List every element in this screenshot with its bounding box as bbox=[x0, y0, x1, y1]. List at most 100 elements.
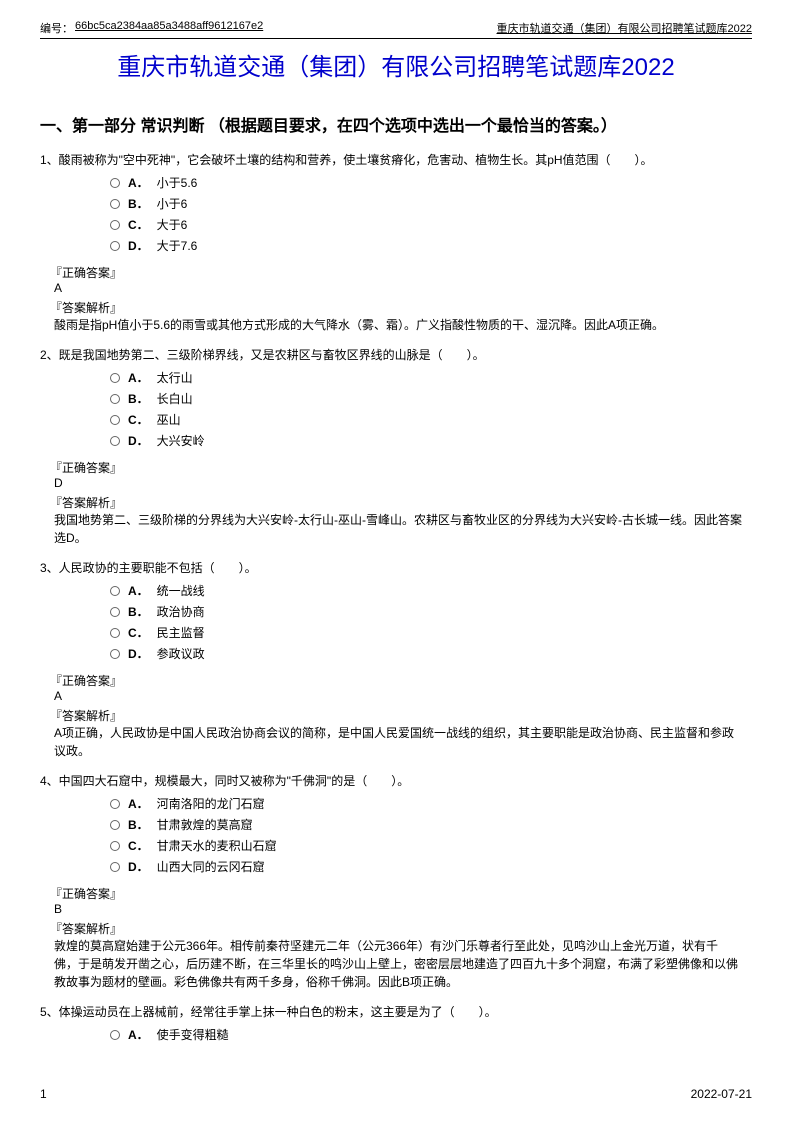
answer-label: 『正确答案』 bbox=[50, 885, 752, 902]
radio-icon[interactable] bbox=[110, 841, 120, 851]
option-text: 参政议政 bbox=[157, 645, 205, 662]
question-text: 3、人民政协的主要职能不包括（ ）。 bbox=[40, 559, 752, 576]
option-letter: B． bbox=[128, 390, 149, 407]
question-block: 1、酸雨被称为"空中死神"，它会破坏土壤的结构和营养，使土壤贫瘠化，危害动、植物… bbox=[40, 151, 752, 334]
analysis-label: 『答案解析』 bbox=[50, 494, 752, 511]
option-row[interactable]: B．甘肃敦煌的莫高窟 bbox=[110, 816, 752, 833]
question-text: 4、中国四大石窟中，规模最大，同时又被称为"千佛洞"的是（ ）。 bbox=[40, 772, 752, 789]
question-block: 5、体操运动员在上器械前，经常往手掌上抹一种白色的粉末，这主要是为了（ ）。 A．… bbox=[40, 1003, 752, 1043]
option-letter: B． bbox=[128, 195, 149, 212]
options-list: A． 河南洛阳的龙门石窟 B．甘肃敦煌的莫高窟 C． 甘肃天水的麦积山石窟 D．山西大同的… bbox=[40, 795, 752, 875]
radio-icon[interactable] bbox=[110, 220, 120, 230]
option-letter: D． bbox=[128, 858, 149, 875]
footer-date: 2022-07-21 bbox=[691, 1087, 752, 1101]
option-row[interactable]: B． 政治协商 bbox=[110, 603, 752, 620]
option-row[interactable]: D．大于7.6 bbox=[110, 237, 752, 254]
question-text: 1、酸雨被称为"空中死神"，它会破坏土壤的结构和营养，使土壤贫瘠化，危害动、植物… bbox=[40, 151, 752, 168]
option-text: 使手变得粗糙 bbox=[157, 1026, 229, 1043]
question-block: 2、既是我国地势第二、三级阶梯界线，又是农耕区与畜牧区界线的山脉是（ ）。 A．太… bbox=[40, 346, 752, 547]
option-letter: C． bbox=[128, 216, 149, 233]
option-text: 太行山 bbox=[157, 369, 193, 386]
analysis-text: 我国地势第二、三级阶梯的分界线为大兴安岭-太行山-巫山-雪峰山。农耕区与畜牧业区… bbox=[54, 511, 742, 547]
header-right-text: 重庆市轨道交通（集团）有限公司招聘笔试题库2022 bbox=[497, 20, 752, 36]
answer-value: D bbox=[54, 476, 752, 490]
option-row[interactable]: D．山西大同的云冈石窟 bbox=[110, 858, 752, 875]
radio-icon[interactable] bbox=[110, 607, 120, 617]
question-text: 2、既是我国地势第二、三级阶梯界线，又是农耕区与畜牧区界线的山脉是（ ）。 bbox=[40, 346, 752, 363]
answer-label: 『正确答案』 bbox=[50, 672, 752, 689]
analysis-text: 酸雨是指pH值小于5.6的雨雪或其他方式形成的大气降水（雾、霜）。广义指酸性物质… bbox=[54, 316, 742, 334]
option-text: 小于5.6 bbox=[157, 174, 198, 191]
option-letter: B． bbox=[128, 603, 149, 620]
radio-icon[interactable] bbox=[110, 373, 120, 383]
option-row[interactable]: C． 甘肃天水的麦积山石窟 bbox=[110, 837, 752, 854]
questions-container: 1、酸雨被称为"空中死神"，它会破坏土壤的结构和营养，使土壤贫瘠化，危害动、植物… bbox=[40, 151, 752, 1043]
radio-icon[interactable] bbox=[110, 862, 120, 872]
page-title: 重庆市轨道交通（集团）有限公司招聘笔试题库2022 bbox=[40, 47, 752, 82]
question-text: 5、体操运动员在上器械前，经常往手掌上抹一种白色的粉末，这主要是为了（ ）。 bbox=[40, 1003, 752, 1020]
question-block: 4、中国四大石窟中，规模最大，同时又被称为"千佛洞"的是（ ）。 A． 河南洛阳的龙… bbox=[40, 772, 752, 991]
option-letter: D． bbox=[128, 237, 149, 254]
options-list: A． 使手变得粗糙 bbox=[40, 1026, 752, 1043]
option-letter: D． bbox=[128, 432, 149, 449]
analysis-text: A项正确，人民政协是中国人民政治协商会议的简称，是中国人民爱国统一战线的组织，其… bbox=[54, 724, 742, 760]
answer-label: 『正确答案』 bbox=[50, 264, 752, 281]
answer-value: B bbox=[54, 902, 752, 916]
option-text: 甘肃天水的麦积山石窟 bbox=[157, 837, 277, 854]
radio-icon[interactable] bbox=[110, 1030, 120, 1040]
radio-icon[interactable] bbox=[110, 436, 120, 446]
option-row[interactable]: A． 河南洛阳的龙门石窟 bbox=[110, 795, 752, 812]
radio-icon[interactable] bbox=[110, 820, 120, 830]
radio-icon[interactable] bbox=[110, 415, 120, 425]
question-block: 3、人民政协的主要职能不包括（ ）。 A．统一战线 B． 政治协商 C． 民主监督 D． 参政… bbox=[40, 559, 752, 760]
option-text: 小于6 bbox=[157, 195, 188, 212]
radio-icon[interactable] bbox=[110, 628, 120, 638]
section-title: 一、第一部分 常识判断 （根据题目要求，在四个选项中选出一个最恰当的答案。） bbox=[40, 112, 752, 136]
option-letter: A． bbox=[128, 582, 149, 599]
analysis-label: 『答案解析』 bbox=[50, 707, 752, 724]
option-row[interactable]: C．巫山 bbox=[110, 411, 752, 428]
options-list: A． 小于5.6 B． 小于6 C．大于6 D．大于7.6 bbox=[40, 174, 752, 254]
option-letter: A． bbox=[128, 174, 149, 191]
option-text: 甘肃敦煌的莫高窟 bbox=[157, 816, 253, 833]
option-row[interactable]: D． 大兴安岭 bbox=[110, 432, 752, 449]
option-row[interactable]: A．太行山 bbox=[110, 369, 752, 386]
option-text: 民主监督 bbox=[157, 624, 205, 641]
answer-label: 『正确答案』 bbox=[50, 459, 752, 476]
option-text: 长白山 bbox=[157, 390, 193, 407]
option-letter: C． bbox=[128, 624, 149, 641]
header-id-value: 66bc5ca2384aa85a3488aff9612167e2 bbox=[75, 20, 263, 36]
option-letter: A． bbox=[128, 1026, 149, 1043]
radio-icon[interactable] bbox=[110, 199, 120, 209]
option-row[interactable]: A．统一战线 bbox=[110, 582, 752, 599]
page-number: 1 bbox=[40, 1087, 47, 1101]
option-text: 河南洛阳的龙门石窟 bbox=[157, 795, 265, 812]
option-text: 政治协商 bbox=[157, 603, 205, 620]
option-letter: C． bbox=[128, 411, 149, 428]
option-row[interactable]: B． 长白山 bbox=[110, 390, 752, 407]
radio-icon[interactable] bbox=[110, 799, 120, 809]
radio-icon[interactable] bbox=[110, 649, 120, 659]
option-row[interactable]: C．大于6 bbox=[110, 216, 752, 233]
option-letter: D． bbox=[128, 645, 149, 662]
option-letter: A． bbox=[128, 795, 149, 812]
radio-icon[interactable] bbox=[110, 241, 120, 251]
footer: 1 2022-07-21 bbox=[40, 1087, 752, 1101]
option-row[interactable]: D． 参政议政 bbox=[110, 645, 752, 662]
analysis-label: 『答案解析』 bbox=[50, 920, 752, 937]
answer-value: A bbox=[54, 281, 752, 295]
option-row[interactable]: C． 民主监督 bbox=[110, 624, 752, 641]
header-id-label: 编号： bbox=[40, 20, 73, 36]
header-row: 编号： 66bc5ca2384aa85a3488aff9612167e2 重庆市… bbox=[40, 20, 752, 39]
option-text: 大兴安岭 bbox=[157, 432, 205, 449]
option-row[interactable]: A． 小于5.6 bbox=[110, 174, 752, 191]
option-row[interactable]: B． 小于6 bbox=[110, 195, 752, 212]
option-letter: C． bbox=[128, 837, 149, 854]
radio-icon[interactable] bbox=[110, 178, 120, 188]
radio-icon[interactable] bbox=[110, 586, 120, 596]
analysis-text: 敦煌的莫高窟始建于公元366年。相传前秦苻坚建元二年（公元366年）有沙门乐尊者… bbox=[54, 937, 742, 991]
radio-icon[interactable] bbox=[110, 394, 120, 404]
option-row[interactable]: A． 使手变得粗糙 bbox=[110, 1026, 752, 1043]
options-list: A．太行山 B． 长白山 C．巫山 D． 大兴安岭 bbox=[40, 369, 752, 449]
header-left: 编号： 66bc5ca2384aa85a3488aff9612167e2 bbox=[40, 20, 263, 36]
